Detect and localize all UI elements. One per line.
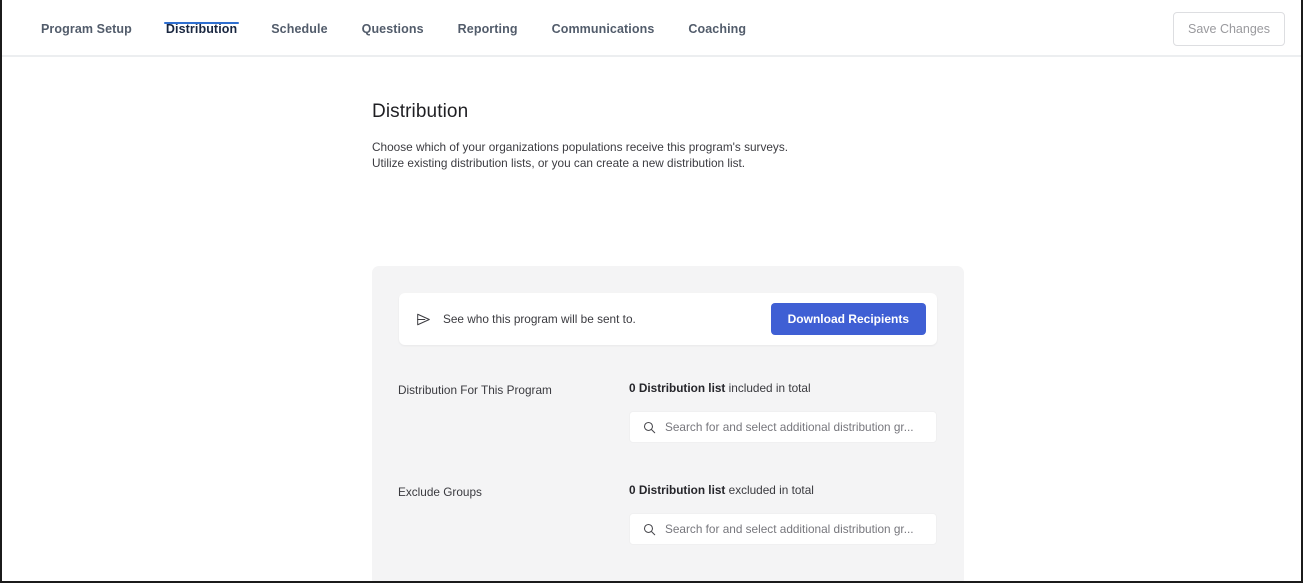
page-description: Choose which of your organizations popul… [372,140,964,171]
distribution-included-count-suffix: included in total [725,381,811,395]
page-description-line-1: Choose which of your organizations popul… [372,140,789,154]
tab-questions[interactable]: Questions [345,0,441,37]
tab-label: Program Setup [41,22,132,36]
exclude-groups-controls: 0 Distribution list excluded in total [629,483,937,545]
exclude-excluded-count-suffix: excluded in total [725,483,814,497]
tab-communications[interactable]: Communications [535,0,672,37]
exclude-excluded-count-value: 0 Distribution list [629,483,726,497]
tab-reporting[interactable]: Reporting [441,0,535,37]
distribution-included-count: 0 Distribution list included in total [629,381,937,395]
tab-distribution[interactable]: Distribution [149,0,254,37]
tab-list: Program Setup Distribution Schedule Ques… [2,0,763,57]
page-header-block: Distribution Choose which of your organi… [372,101,964,171]
exclude-groups-search-input[interactable] [665,522,926,536]
tab-program-setup[interactable]: Program Setup [24,0,149,37]
top-navigation-bar: Program Setup Distribution Schedule Ques… [2,0,1301,57]
tab-label: Distribution [165,22,238,36]
tab-label: Communications [551,22,655,36]
distribution-for-program-label: Distribution For This Program [398,383,552,397]
save-button-container: Save Changes [1172,0,1301,46]
send-icon [416,312,431,327]
page-body: Distribution Choose which of your organi… [2,57,1301,581]
tab-label: Reporting [457,22,518,36]
tab-coaching[interactable]: Coaching [671,0,763,37]
exclude-excluded-count: 0 Distribution list excluded in total [629,483,937,497]
distribution-search-input[interactable] [665,420,926,434]
distribution-panel: See who this program will be sent to. Do… [372,266,964,581]
tab-label: Schedule [271,22,328,36]
tab-schedule[interactable]: Schedule [254,0,344,37]
active-tab-underline [163,22,240,24]
tab-label: Coaching [688,22,747,36]
distribution-for-program-controls: 0 Distribution list included in total [629,381,937,443]
recipients-card-text: See who this program will be sent to. [443,312,636,326]
save-changes-button[interactable]: Save Changes [1172,12,1285,46]
app-window: Program Setup Distribution Schedule Ques… [0,0,1303,583]
page-description-line-2: Utilize existing distribution lists, or … [372,155,746,170]
recipients-card: See who this program will be sent to. Do… [399,293,937,345]
distribution-search-box[interactable] [629,411,937,443]
search-icon [643,523,656,536]
page-title: Distribution [372,101,469,122]
exclude-groups-label: Exclude Groups [398,485,482,499]
tab-label: Questions [361,22,424,36]
exclude-groups-search-box[interactable] [629,513,937,545]
distribution-included-count-value: 0 Distribution list [629,381,726,395]
download-recipients-button[interactable]: Download Recipients [770,303,926,335]
search-icon [643,421,656,434]
